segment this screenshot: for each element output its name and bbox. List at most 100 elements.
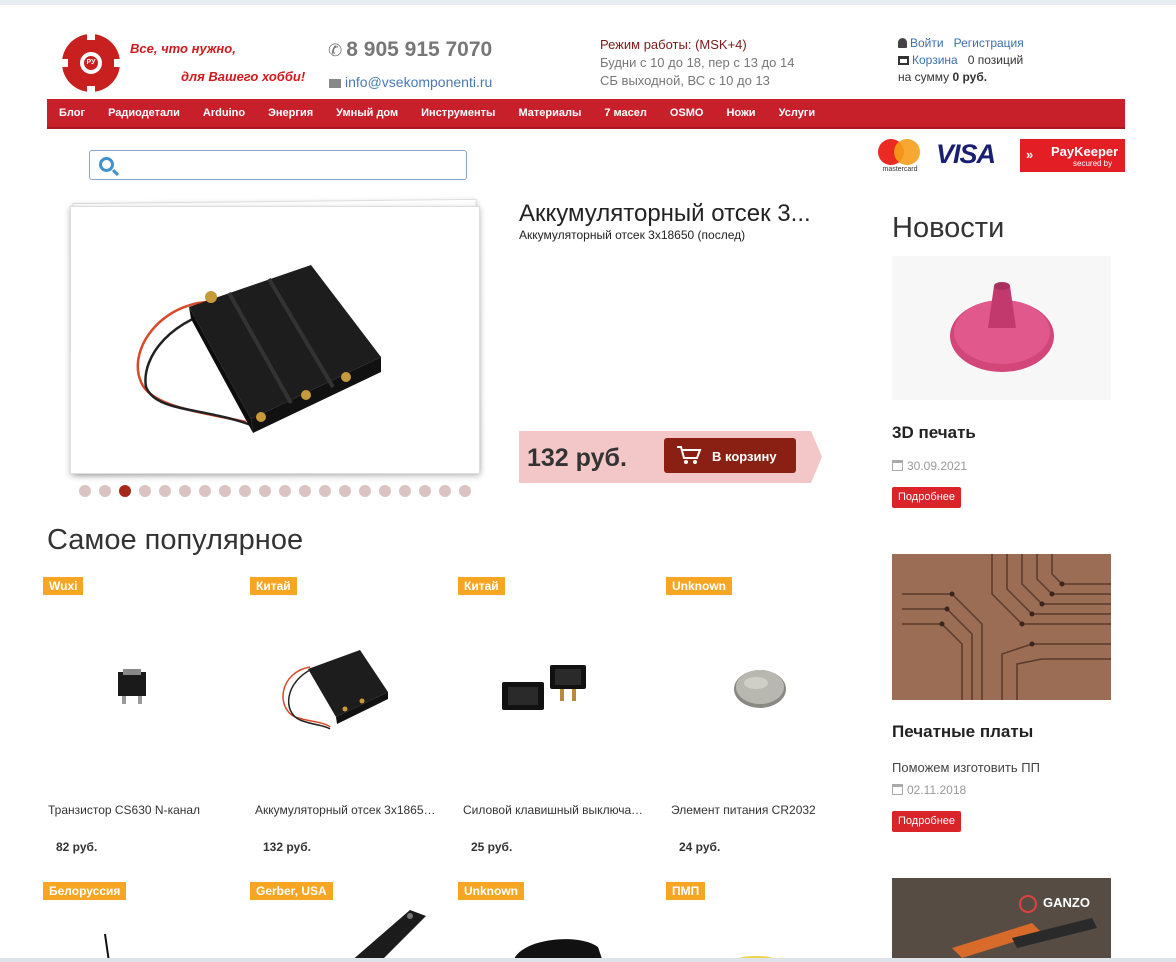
product-name[interactable]: Элемент питания CR2032: [671, 803, 856, 817]
slider-dot[interactable]: [159, 485, 171, 497]
email-link[interactable]: info@vsekomponenti.ru: [329, 74, 492, 90]
ganzo-brand-text: GANZO: [1043, 895, 1090, 910]
slider-dot[interactable]: [419, 485, 431, 497]
nav-item-services[interactable]: Услуги: [779, 107, 816, 119]
slider-dot[interactable]: [239, 485, 251, 497]
search-box: [89, 150, 467, 180]
slogan-line-1: Все, что нужно,: [130, 41, 236, 56]
logo-text: РУ: [84, 56, 98, 70]
search-icon[interactable]: [99, 157, 114, 172]
slider-dot[interactable]: [279, 485, 291, 497]
slider-dot[interactable]: [379, 485, 391, 497]
coin-cell-image: [734, 670, 786, 708]
nav-item-blog[interactable]: Блог: [59, 107, 85, 119]
popular-section-title: Самое популярное: [47, 524, 304, 556]
slider-dot[interactable]: [79, 485, 91, 497]
nav-item-radioparts[interactable]: Радиодетали: [108, 107, 180, 119]
3d-print-image: [950, 282, 1054, 372]
site-logo[interactable]: РУ: [60, 32, 122, 94]
paykeeper-secured: secured by: [1073, 159, 1113, 168]
visa-logo: VISA: [936, 139, 996, 169]
battery-holder-image: [136, 265, 381, 433]
phone-icon: ✆: [328, 41, 343, 60]
calendar-icon: [892, 460, 903, 471]
product-card[interactable]: Unknown Элемент питания CR2032 24 руб.: [666, 577, 866, 857]
slider-dot[interactable]: [219, 485, 231, 497]
slider-dot[interactable]: [299, 485, 311, 497]
cart-icon: [677, 446, 702, 464]
product-badge: Китай: [458, 577, 505, 595]
news-description: Поможем изготовить ПП: [892, 760, 1040, 775]
news-more-button[interactable]: Подробнее: [892, 811, 962, 832]
news-more-button[interactable]: Подробнее: [892, 487, 962, 508]
cart-icon: [898, 56, 909, 65]
slider-dot[interactable]: [399, 485, 411, 497]
product-name[interactable]: Транзистор CS630 N-канал: [48, 803, 233, 817]
nav-item-arduino[interactable]: Arduino: [203, 107, 245, 119]
working-hours: Режим работы: (MSK+4) Будни с 10 до 18, …: [600, 36, 794, 90]
featured-product-title[interactable]: Аккумуляторный отсек 3...: [519, 200, 811, 228]
product-card[interactable]: Китай Аккумуляторный отсек 3х18650 (посл…: [250, 577, 450, 857]
product-card[interactable]: Китай Силовой клавишный выключатель 25 р…: [458, 577, 658, 857]
slider-dot[interactable]: [359, 485, 371, 497]
news-image-pcb[interactable]: [892, 554, 1111, 700]
product-image: [104, 933, 110, 962]
search-input[interactable]: [124, 155, 459, 175]
slider-dots: [79, 485, 479, 497]
nav-item-energy[interactable]: Энергия: [268, 107, 313, 119]
slider-dot[interactable]: [179, 485, 191, 497]
news-image-3d-print[interactable]: [892, 256, 1111, 400]
featured-product-subtitle: Аккумуляторный отсек 3х18650 (послед): [519, 228, 746, 242]
product-badge: Unknown: [458, 882, 524, 900]
news-date-text: 02.11.2018: [907, 783, 967, 797]
cart-sum: 0 руб.: [952, 70, 988, 84]
slider-dot[interactable]: [259, 485, 271, 497]
slider-dot[interactable]: [99, 485, 111, 497]
product-card[interactable]: Белоруссия: [43, 882, 243, 962]
nav-item-osmo[interactable]: OSMO: [670, 107, 704, 119]
phone-number[interactable]: ✆ 8 905 915 7070: [328, 38, 492, 62]
paykeeper-logo: » PayKeeper secured by: [1020, 139, 1125, 172]
email-text: info@vsekomponenti.ru: [345, 74, 493, 90]
product-card[interactable]: Unknown: [458, 882, 658, 962]
featured-slide-image[interactable]: [70, 206, 480, 474]
nav-item-materials[interactable]: Материалы: [518, 107, 581, 119]
nav-item-smart-home[interactable]: Умный дом: [336, 107, 398, 119]
slider-dot[interactable]: [339, 485, 351, 497]
product-card[interactable]: Wuxi Транзистор CS630 N-канал 82 руб.: [43, 577, 243, 857]
product-badge: Белоруссия: [43, 882, 127, 900]
add-to-cart-button[interactable]: В корзину: [664, 438, 796, 473]
product-card[interactable]: ПМП: [666, 882, 866, 962]
pcb-image: [892, 554, 1111, 700]
battery-holder-image: [282, 650, 388, 730]
product-name[interactable]: Аккумуляторный отсек 3х18650 (послед): [255, 803, 440, 817]
product-badge: Unknown: [666, 577, 732, 595]
product-badge: Китай: [250, 577, 297, 595]
nav-item-knives[interactable]: Ножи: [726, 107, 755, 119]
nav-item-tools[interactable]: Инструменты: [421, 107, 495, 119]
news-heading[interactable]: 3D печать: [892, 423, 976, 443]
product-badge: Gerber, USA: [250, 882, 333, 900]
login-link[interactable]: Войти: [910, 36, 944, 50]
hours-weekend: СБ выходной, ВС с 10 до 13: [600, 73, 770, 88]
main-navigation: Блог Радиодетали Arduino Энергия Умный д…: [47, 99, 1125, 129]
slider-dot[interactable]: [119, 485, 131, 497]
slider-dot[interactable]: [199, 485, 211, 497]
register-link[interactable]: Регистрация: [954, 36, 1024, 50]
slider-dot[interactable]: [319, 485, 331, 497]
news-heading[interactable]: Печатные платы: [892, 722, 1033, 742]
product-price: 25 руб.: [471, 840, 513, 854]
slider-dot[interactable]: [139, 485, 151, 497]
news-date-text: 30.09.2021: [907, 459, 968, 473]
news-image-ganzo[interactable]: GANZO: [892, 878, 1111, 962]
cart-sum-prefix: на сумму: [898, 70, 950, 84]
slider-dot[interactable]: [439, 485, 451, 497]
slider-dot[interactable]: [459, 485, 471, 497]
nav-item-7-oils[interactable]: 7 масел: [604, 107, 647, 119]
news-date: 30.09.2021: [892, 459, 967, 473]
cart-link[interactable]: Корзина: [912, 53, 958, 67]
product-price: 24 руб.: [679, 840, 721, 854]
product-card[interactable]: Gerber, USA: [250, 882, 450, 962]
product-price: 82 руб.: [56, 840, 98, 854]
product-name[interactable]: Силовой клавишный выключатель: [463, 803, 648, 817]
